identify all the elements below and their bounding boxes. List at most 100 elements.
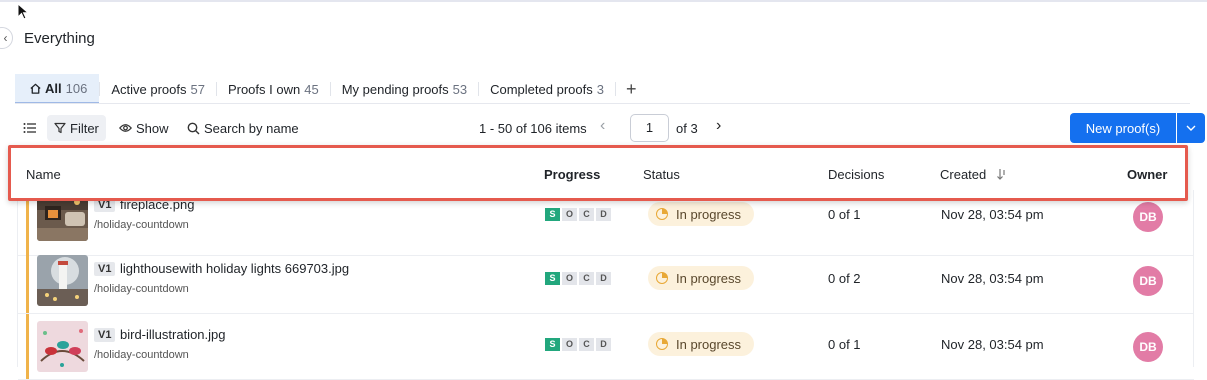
created-date: Nov 28, 03:54 pm	[941, 207, 1044, 222]
page-title: Everything	[24, 30, 95, 47]
tab-proofs-i-own[interactable]: Proofs I own 45	[217, 74, 330, 104]
status-badge: In progress	[648, 202, 755, 226]
decisions-count: 0 of 1	[828, 207, 861, 222]
status-label: In progress	[676, 270, 742, 286]
progress-step-c: C	[579, 208, 594, 221]
table-row[interactable]: V1 bird-illustration.jpg /holiday-countd…	[18, 314, 1194, 380]
decisions-count: 0 of 2	[828, 271, 861, 286]
row-accent	[26, 314, 29, 379]
progress-step-c: C	[579, 338, 594, 351]
progress-step-s: S	[545, 208, 560, 221]
tab-count: 57	[190, 81, 205, 97]
progress-indicator: S O C D	[545, 272, 611, 285]
next-page-button[interactable]: ›	[716, 117, 721, 135]
previous-page-button[interactable]: ‹	[600, 117, 605, 135]
mouse-cursor-icon	[17, 3, 30, 20]
created-date: Nov 28, 03:54 pm	[941, 337, 1044, 352]
show-button[interactable]: Show	[119, 115, 169, 141]
sort-descending-icon	[996, 169, 1005, 180]
progress-step-d: D	[596, 338, 611, 351]
file-name-link[interactable]: bird-illustration.jpg	[120, 327, 226, 342]
show-label: Show	[136, 120, 169, 136]
progress-step-o: O	[562, 338, 577, 351]
tab-count: 45	[304, 81, 319, 97]
new-proof-button[interactable]: New proof(s)	[1070, 113, 1176, 143]
file-path: /holiday-countdown	[94, 283, 189, 295]
column-header-progress[interactable]: Progress	[544, 167, 600, 182]
tab-all[interactable]: All 106	[15, 74, 100, 104]
progress-step-d: D	[596, 272, 611, 285]
table-header: Name Progress Status Decisions Created O…	[8, 145, 1188, 201]
search-input[interactable]: Search by name	[187, 115, 299, 141]
progress-step-c: C	[579, 272, 594, 285]
top-border	[0, 0, 1207, 2]
progress-step-d: D	[596, 208, 611, 221]
owner-avatar[interactable]: DB	[1133, 332, 1163, 362]
new-proof-dropdown-button[interactable]	[1177, 113, 1205, 143]
pagination-summary: 1 - 50 of 106 items	[479, 121, 587, 136]
progress-indicator: S O C D	[545, 208, 611, 221]
home-icon	[30, 83, 41, 94]
thumbnail-image	[37, 321, 88, 372]
file-name-link[interactable]: lighthousewith holiday lights 669703.jpg	[120, 261, 349, 276]
toolbar: Filter Show Search by name 1 - 50 of 106…	[15, 113, 1205, 143]
in-progress-icon	[656, 338, 668, 350]
status-label: In progress	[676, 336, 742, 352]
page-total: of 3	[676, 121, 698, 136]
search-icon	[187, 122, 200, 134]
list-view-button[interactable]	[23, 115, 41, 141]
progress-step-o: O	[562, 208, 577, 221]
tab-label: Active proofs	[111, 81, 187, 97]
chevron-left-icon: ‹	[3, 31, 8, 45]
status-label: In progress	[676, 206, 742, 222]
thumbnail-image	[37, 255, 88, 306]
tab-my-pending-proofs[interactable]: My pending proofs 53	[331, 74, 478, 104]
tab-completed-proofs[interactable]: Completed proofs 3	[479, 74, 615, 104]
status-badge: In progress	[648, 266, 755, 290]
tab-label: My pending proofs	[341, 81, 449, 97]
filter-button[interactable]: Filter	[47, 115, 106, 141]
page-number-input[interactable]: 1	[630, 114, 669, 142]
chevron-down-icon	[1186, 125, 1196, 131]
owner-avatar[interactable]: DB	[1133, 266, 1163, 296]
list-icon	[23, 123, 36, 133]
tab-count: 53	[452, 81, 468, 97]
chevron-right-icon: ›	[716, 117, 722, 134]
collapse-sidebar-button[interactable]: ‹	[0, 27, 13, 49]
created-label: Created	[940, 167, 987, 182]
in-progress-icon	[656, 272, 668, 284]
row-accent	[26, 195, 29, 248]
tab-label: All	[45, 80, 62, 96]
view-tabs: All 106 Active proofs 57 Proofs I own 45…	[15, 74, 646, 104]
created-date: Nov 28, 03:54 pm	[941, 271, 1044, 286]
search-placeholder: Search by name	[204, 120, 299, 136]
add-tab-button[interactable]: +	[616, 74, 647, 104]
table-row[interactable]: V1 lighthousewith holiday lights 669703.…	[18, 248, 1194, 314]
progress-step-s: S	[545, 338, 560, 351]
progress-step-o: O	[562, 272, 577, 285]
version-badge: V1	[94, 262, 116, 276]
tab-count: 106	[65, 80, 88, 96]
filter-label: Filter	[70, 120, 99, 136]
chevron-left-icon: ‹	[600, 117, 606, 134]
progress-step-s: S	[545, 272, 560, 285]
file-path: /holiday-countdown	[94, 219, 189, 231]
tabs-underline	[15, 103, 1190, 104]
column-header-owner[interactable]: Owner	[1127, 167, 1167, 182]
column-header-name[interactable]: Name	[26, 167, 61, 182]
proofs-table: V1 fireplace.png /holiday-countdown S O …	[17, 190, 1194, 380]
owner-avatar[interactable]: DB	[1133, 202, 1163, 232]
tab-active-proofs[interactable]: Active proofs 57	[100, 74, 216, 104]
tab-count: 3	[596, 81, 604, 97]
eye-icon	[119, 124, 132, 132]
in-progress-icon	[656, 208, 668, 220]
progress-indicator: S O C D	[545, 338, 611, 351]
column-header-status[interactable]: Status	[643, 167, 680, 182]
column-header-created[interactable]: Created	[940, 167, 1008, 182]
tab-label: Completed proofs	[490, 81, 593, 97]
decisions-count: 0 of 1	[828, 337, 861, 352]
filter-icon	[54, 122, 66, 134]
file-path: /holiday-countdown	[94, 349, 189, 361]
version-badge: V1	[94, 328, 116, 342]
column-header-decisions[interactable]: Decisions	[828, 167, 884, 182]
